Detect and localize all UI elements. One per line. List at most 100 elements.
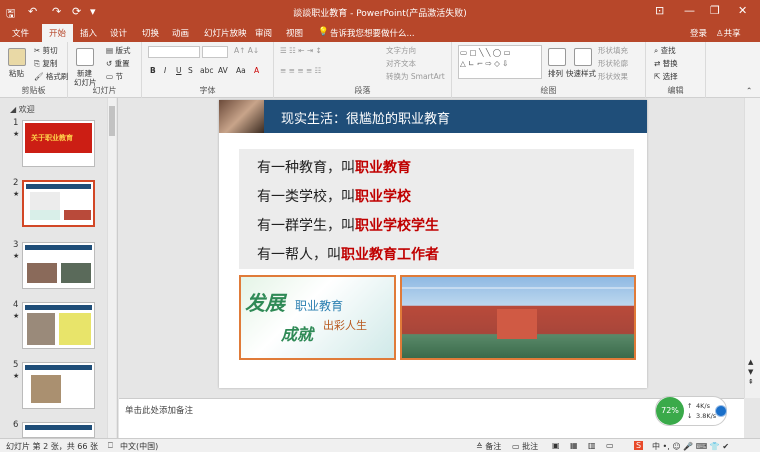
spacing-button[interactable]: AV bbox=[218, 66, 228, 75]
career-education-graphic[interactable]: 发展 职业教育 成就 出彩人生 bbox=[239, 275, 396, 360]
minimize-button[interactable]: — bbox=[684, 4, 695, 17]
share-button[interactable]: ♙共享 bbox=[716, 27, 741, 39]
normal-view-icon[interactable]: ▣ bbox=[552, 441, 560, 450]
thumb-photo bbox=[61, 263, 91, 283]
shape-outline-button[interactable]: 形状轮廓 bbox=[598, 58, 628, 69]
reading-view-icon[interactable]: ▥ bbox=[588, 441, 596, 450]
campus-photo[interactable] bbox=[400, 275, 636, 360]
sorter-view-icon[interactable]: ▦ bbox=[570, 441, 578, 450]
network-speed-widget[interactable]: 72% 4K/s 3.8K/s ↑ ↓ bbox=[655, 396, 727, 426]
slide-thumbnail-5[interactable] bbox=[22, 362, 95, 409]
language-status[interactable]: 中文(中国) bbox=[120, 441, 158, 452]
comments-toggle[interactable]: ▭ 批注 bbox=[512, 441, 538, 452]
slide-thumbnail-1[interactable]: 关于职业教育 bbox=[22, 120, 95, 167]
font-name-box[interactable] bbox=[148, 46, 200, 58]
paragraph-group: ☰ ☷ ⇤ ⇥ ↕ ≡ ≡ ≡ ≡ ☷ 文字方向 对齐文本 转换为 SmartA… bbox=[274, 42, 452, 98]
tab-insert[interactable]: 插入 bbox=[80, 27, 97, 39]
current-slide[interactable]: 现实生活：很尴尬的职业教育 有一种教育，叫职业教育 有一类学校，叫职业学校 有一… bbox=[219, 100, 647, 388]
accelerator-icon[interactable] bbox=[715, 405, 727, 417]
slide-thumbnail-3[interactable] bbox=[22, 242, 95, 289]
graphic-word-3: 成就 bbox=[281, 325, 314, 344]
upload-arrow-icon: ↑ bbox=[687, 402, 693, 410]
bullets-icon[interactable]: ☰ ☷ ⇤ ⇥ ↕ bbox=[280, 46, 322, 55]
thumbnail-scrollbar[interactable] bbox=[107, 98, 116, 438]
tell-me-input[interactable]: 告诉我您想要做什么... bbox=[330, 27, 415, 39]
font-size-box[interactable] bbox=[202, 46, 228, 58]
shapes-icons-row2[interactable]: △ ∟ ⌐ ⇨ ◇ ⇩ bbox=[460, 59, 509, 68]
replace-button[interactable]: ⇄ 替换 bbox=[654, 58, 678, 69]
tab-review[interactable]: 审阅 bbox=[255, 27, 272, 39]
paste-button[interactable]: 粘贴 bbox=[9, 68, 24, 79]
tab-transitions[interactable]: 切换 bbox=[142, 27, 159, 39]
tab-file[interactable]: 文件 bbox=[12, 27, 29, 39]
tab-animations[interactable]: 动画 bbox=[172, 27, 189, 39]
thumb-text-block bbox=[30, 192, 60, 212]
restore-button[interactable]: ❐ bbox=[710, 4, 720, 17]
section-name[interactable]: ◢ 欢迎 bbox=[10, 104, 35, 115]
select-button[interactable]: ⇱ 选择 bbox=[654, 71, 678, 82]
scroll-thumb[interactable] bbox=[109, 106, 115, 136]
shape-effects-button[interactable]: 形状效果 bbox=[598, 71, 628, 82]
case-button[interactable]: Aa bbox=[236, 66, 246, 75]
notes-placeholder[interactable]: 单击此处添加备注 bbox=[125, 404, 193, 416]
drawing-label: 绘图 bbox=[540, 86, 557, 95]
slide-thumbnail-4[interactable] bbox=[22, 302, 95, 349]
spellcheck-icon[interactable]: ⎕ bbox=[108, 441, 113, 451]
align-icons[interactable]: ≡ ≡ ≡ ≡ ☷ bbox=[280, 66, 321, 75]
tab-home[interactable]: 开始 bbox=[42, 24, 74, 42]
notes-toggle[interactable]: ≙ 备注 bbox=[476, 441, 501, 452]
status-bar: 幻灯片 第 2 张，共 66 张 ⎕ 中文(中国) ≙ 备注 ▭ 批注 ▣ ▦ … bbox=[0, 438, 760, 452]
slide-thumbnail-2[interactable] bbox=[22, 180, 95, 227]
ime-icon[interactable]: S bbox=[634, 441, 644, 450]
slide-number: 2 bbox=[13, 178, 19, 188]
arrange-button[interactable]: 排列 bbox=[548, 68, 563, 79]
collapse-ribbon-icon[interactable]: ⌃ bbox=[746, 86, 752, 95]
strike-button[interactable]: S bbox=[188, 66, 193, 75]
font-group: A↑ A↓ B I U S abc AV Aa A 字体 bbox=[142, 42, 274, 98]
thumb-photo bbox=[64, 210, 91, 220]
slide-thumbnail-6[interactable] bbox=[22, 422, 95, 438]
arrange-icon[interactable] bbox=[548, 48, 566, 66]
paste-icon[interactable] bbox=[8, 48, 26, 66]
slide-number: 3 bbox=[13, 240, 19, 250]
slide-counter: 幻灯片 第 2 张，共 66 张 bbox=[6, 442, 98, 451]
tab-view[interactable]: 视图 bbox=[286, 27, 303, 39]
section-button[interactable]: ▭ 节 bbox=[106, 71, 123, 82]
shape-fill-button[interactable]: 形状填充 bbox=[598, 45, 628, 56]
slide-scrollbar[interactable]: ▲ ▼ ⇞ bbox=[744, 98, 760, 398]
italic-button[interactable]: I bbox=[164, 66, 166, 75]
person-icon: ♙ bbox=[716, 29, 724, 39]
shapes-icons[interactable]: ▭ ▢ ╲ ╲ ◯ ▭ bbox=[460, 48, 511, 57]
find-button[interactable]: ⌕ 查找 bbox=[654, 45, 676, 56]
quick-styles-button[interactable]: 快速样式 bbox=[566, 68, 596, 79]
reset-button[interactable]: ↺ 重置 bbox=[106, 58, 130, 69]
font-color-button[interactable]: A bbox=[254, 66, 259, 75]
bold-button[interactable]: B bbox=[150, 66, 156, 75]
copy-button[interactable]: ⎘ 复制 bbox=[34, 58, 57, 69]
text-direction-button[interactable]: 文字方向 bbox=[386, 45, 416, 56]
slide-title[interactable]: 现实生活：很尴尬的职业教育 bbox=[281, 108, 450, 127]
ribbon-display-icon[interactable]: ⊡ bbox=[655, 4, 664, 17]
layout-button[interactable]: ▤ 版式 bbox=[106, 45, 130, 56]
new-slide-icon[interactable] bbox=[76, 48, 94, 66]
smartart-button[interactable]: 转换为 SmartArt bbox=[386, 71, 445, 82]
quick-styles-icon[interactable] bbox=[574, 48, 592, 66]
cut-button[interactable]: ✂ 剪切 bbox=[34, 45, 58, 56]
notes-pane[interactable]: 单击此处添加备注 bbox=[119, 398, 744, 438]
ime-mode-icon[interactable]: 中 •, ☺ 🎤 ⌨ 👕 ✔ bbox=[652, 441, 729, 452]
grow-font-icon[interactable]: A↑ A↓ bbox=[234, 46, 259, 55]
format-painter-button[interactable]: 🖌 格式刷 bbox=[34, 71, 68, 82]
close-button[interactable]: ✕ bbox=[738, 4, 747, 17]
scroll-up-icon[interactable]: ▲ bbox=[748, 358, 753, 366]
tab-slideshow[interactable]: 幻灯片放映 bbox=[204, 27, 247, 39]
tab-design[interactable]: 设计 bbox=[110, 27, 127, 39]
shadow-button[interactable]: abc bbox=[200, 66, 213, 75]
scroll-down-icon[interactable]: ▼ bbox=[748, 368, 753, 376]
slideshow-view-icon[interactable]: ▭ bbox=[606, 441, 614, 450]
photo-building bbox=[497, 309, 537, 339]
login-link[interactable]: 登录 bbox=[690, 27, 707, 39]
align-text-button[interactable]: 对齐文本 bbox=[386, 58, 416, 69]
underline-button[interactable]: U bbox=[176, 66, 182, 75]
slides-group: 新建 幻灯片 ▤ 版式 ↺ 重置 ▭ 节 幻灯片 bbox=[68, 42, 142, 98]
prev-slide-icon[interactable]: ⇞ bbox=[748, 378, 754, 386]
